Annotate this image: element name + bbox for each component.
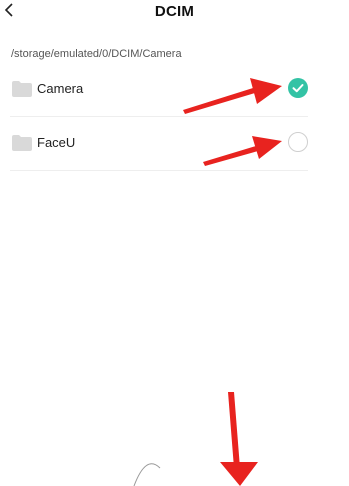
red-arrow-icon [220, 392, 258, 486]
folder-row-camera[interactable]: Camera [10, 62, 308, 117]
folder-row-faceu[interactable]: FaceU [10, 116, 308, 171]
folder-name: FaceU [37, 135, 76, 150]
folder-name: Camera [37, 81, 84, 96]
checkbox-selected[interactable] [288, 78, 308, 98]
folder-icon [12, 81, 32, 97]
page-title: DCIM [154, 3, 195, 20]
checkmark-icon [292, 84, 304, 93]
checkbox-unselected[interactable] [288, 132, 308, 152]
header: DCIM [0, 0, 349, 30]
bottom-partial-icon [133, 463, 161, 486]
folder-icon [12, 135, 32, 151]
folder-path: /storage/emulated/0/DCIM/Camera [11, 48, 182, 60]
